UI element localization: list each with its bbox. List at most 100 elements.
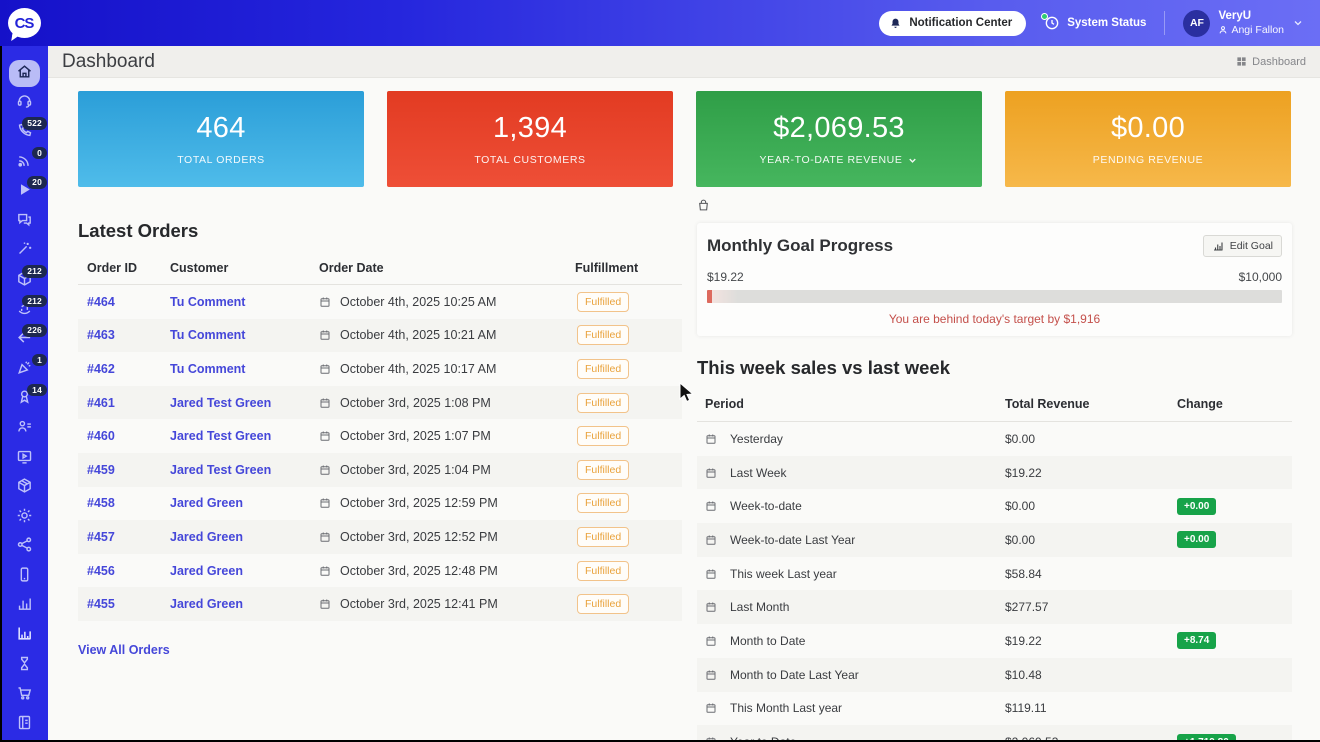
- customer-link[interactable]: Jared Green: [170, 564, 319, 578]
- order-date: October 3rd, 2025 12:52 PM: [340, 529, 498, 544]
- goal-warning-text: You are behind today's target by $1,916: [888, 312, 1101, 326]
- org-name: VeryU: [1218, 10, 1252, 23]
- order-row: #464 Tu Comment October 4th, 2025 10:25 …: [78, 285, 682, 319]
- view-all-orders-link[interactable]: View All Orders: [78, 643, 170, 657]
- app-logo[interactable]: CS: [0, 0, 48, 46]
- order-id-link[interactable]: #463: [87, 328, 170, 342]
- weekly-row: Week-to-date $0.00 +0.00: [697, 489, 1292, 523]
- notification-center-button[interactable]: Notification Center: [879, 10, 1027, 36]
- weekly-sales-title: This week sales vs last week: [697, 357, 950, 378]
- user-menu[interactable]: AF VeryU Angi Fallon: [1183, 9, 1304, 37]
- order-id-link[interactable]: #456: [87, 564, 170, 578]
- fulfillment-badge: Fulfilled: [577, 426, 630, 447]
- sidebar-item[interactable]: 212: [0, 294, 48, 326]
- revenue-value: $119.11: [1005, 701, 1047, 716]
- change-badge: +0.00: [1177, 497, 1217, 515]
- customer-link[interactable]: Tu Comment: [170, 362, 319, 376]
- sidebar-item[interactable]: 522: [0, 117, 48, 148]
- customer-link[interactable]: Jared Green: [170, 496, 319, 510]
- sidebar-item[interactable]: 1: [0, 353, 48, 385]
- col-total-revenue: Total Revenue: [1005, 397, 1090, 411]
- customer-link[interactable]: Jared Green: [170, 530, 319, 544]
- calendar-icon: [706, 468, 716, 478]
- sidebar-item[interactable]: 0: [0, 146, 48, 178]
- stat-card[interactable]: $0.00 PENDING REVENUE: [1005, 91, 1291, 187]
- order-row: #458 Jared Green October 3rd, 2025 12:59…: [78, 487, 682, 521]
- order-id-link[interactable]: #462: [87, 362, 170, 376]
- order-date: October 3rd, 2025 12:41 PM: [340, 597, 498, 612]
- weekly-row: Month to Date $19.22 +8.74: [697, 624, 1292, 658]
- sidebar-item[interactable]: [0, 473, 48, 503]
- sidebar-item[interactable]: [0, 414, 48, 444]
- order-id-link[interactable]: #455: [87, 597, 170, 611]
- order-row: #459 Jared Test Green October 3rd, 2025 …: [78, 452, 682, 487]
- calendar-icon: [320, 498, 330, 509]
- sidebar-item[interactable]: [0, 651, 48, 681]
- calendar-icon: [320, 599, 330, 609]
- goal-progress-bar: [707, 290, 1282, 303]
- mobile-icon: [16, 567, 33, 587]
- order-id-link[interactable]: #458: [87, 496, 170, 510]
- fulfillment-badge: Fulfilled: [577, 325, 630, 346]
- user-list-icon: [16, 420, 33, 439]
- page-header: Dashboard Dashboard: [48, 46, 1320, 78]
- latest-orders-title: Latest Orders: [78, 220, 199, 241]
- ledger-icon: [16, 715, 33, 735]
- sidebar-item[interactable]: [0, 444, 48, 474]
- breadcrumb[interactable]: Dashboard: [1236, 56, 1306, 68]
- sidebar-item[interactable]: 212: [0, 265, 48, 296]
- main-content: 464 TOTAL ORDERS 1,394 TOTAL CUSTOMERS $…: [48, 78, 1320, 742]
- period-label: This week Last year: [730, 566, 837, 581]
- stat-card[interactable]: 464 TOTAL ORDERS: [78, 91, 364, 187]
- hourglass-icon: [16, 656, 33, 676]
- sidebar-item[interactable]: [0, 680, 48, 710]
- order-date: October 3rd, 2025 12:48 PM: [340, 563, 498, 578]
- col-order-id: Order ID: [87, 261, 138, 275]
- stat-value: 1,394: [492, 112, 568, 144]
- customer-link[interactable]: Jared Test Green: [170, 463, 319, 477]
- sidebar-item[interactable]: [0, 592, 48, 622]
- edit-goal-button[interactable]: Edit Goal: [1202, 235, 1282, 257]
- chevron-down-icon[interactable]: [907, 155, 918, 166]
- period-label: Week-to-date Last Year: [730, 532, 856, 547]
- sidebar-item[interactable]: 226: [0, 324, 48, 355]
- sidebar-item[interactable]: 14: [0, 383, 48, 415]
- order-id-link[interactable]: #459: [87, 463, 170, 477]
- customer-link[interactable]: Tu Comment: [170, 328, 319, 342]
- customer-link[interactable]: Jared Green: [170, 597, 319, 611]
- revenue-value: $0.00: [1005, 431, 1036, 446]
- sidebar-item[interactable]: [0, 89, 48, 119]
- monthly-goal-title: Monthly Goal Progress: [707, 236, 894, 255]
- stat-card[interactable]: $2,069.53 YEAR-TO-DATE REVENUE: [696, 91, 982, 187]
- sidebar-item[interactable]: [0, 621, 48, 651]
- sidebar-item[interactable]: 20: [0, 176, 48, 207]
- order-id-link[interactable]: #464: [87, 295, 170, 309]
- stat-card[interactable]: 1,394 TOTAL CUSTOMERS: [387, 91, 673, 187]
- period-label: Yesterday: [730, 431, 783, 446]
- col-customer: Customer: [170, 261, 229, 275]
- fulfillment-badge: Fulfilled: [577, 291, 630, 312]
- sidebar-item[interactable]: [0, 562, 48, 592]
- col-order-date: Order Date: [319, 261, 384, 275]
- order-id-link[interactable]: #460: [87, 429, 170, 443]
- weekly-row: Last Week $19.22: [697, 455, 1292, 490]
- change-badge: +0.00: [1177, 531, 1217, 549]
- customer-link[interactable]: Jared Test Green: [170, 429, 319, 443]
- order-row: #461 Jared Test Green October 3rd, 2025 …: [78, 385, 682, 420]
- sidebar-item[interactable]: [0, 237, 48, 267]
- system-status-button[interactable]: System Status: [1041, 13, 1146, 31]
- sidebar-item[interactable]: [0, 59, 48, 89]
- magic-wand-icon: [16, 242, 33, 261]
- order-id-link[interactable]: #461: [87, 396, 170, 410]
- col-fulfillment: Fulfillment: [575, 261, 639, 275]
- sidebar-item[interactable]: [0, 710, 48, 740]
- customer-link[interactable]: Jared Test Green: [170, 396, 319, 410]
- sidebar-item[interactable]: [0, 503, 48, 533]
- chevron-down-icon[interactable]: [1292, 17, 1304, 29]
- order-id-link[interactable]: #457: [87, 530, 170, 544]
- stat-cards-row: 464 TOTAL ORDERS 1,394 TOTAL CUSTOMERS $…: [78, 91, 1291, 187]
- customer-link[interactable]: Tu Comment: [170, 295, 319, 309]
- sidebar-item[interactable]: [0, 533, 48, 563]
- order-date: October 3rd, 2025 1:04 PM: [340, 462, 491, 477]
- sidebar-item[interactable]: [0, 207, 48, 237]
